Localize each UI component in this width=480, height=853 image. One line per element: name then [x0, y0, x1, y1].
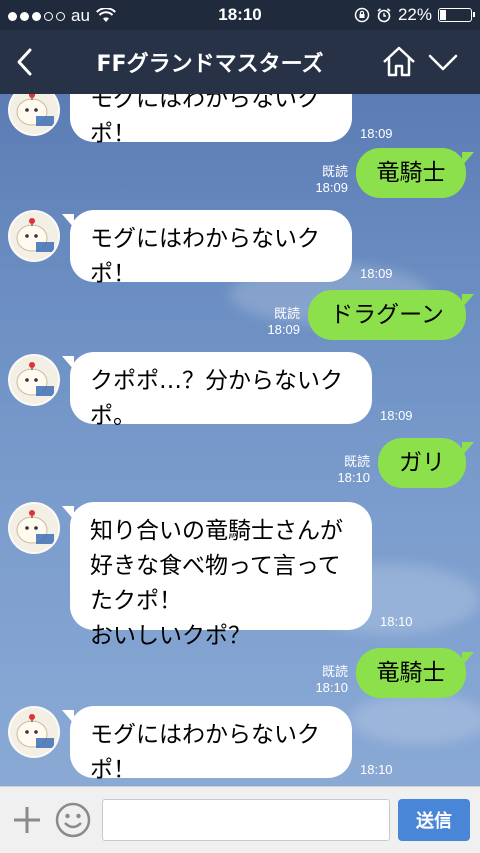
message-meta: 既読 18:10: [298, 664, 348, 696]
message-time: 18:10: [360, 762, 393, 777]
home-icon[interactable]: [380, 43, 418, 81]
message-time: 18:10: [315, 680, 348, 695]
message-time: 18:09: [360, 266, 393, 281]
chat-header: FFグランドマスターズ: [0, 30, 480, 94]
chevron-down-icon[interactable]: [424, 44, 462, 82]
read-receipt: 既読: [273, 306, 300, 321]
read-receipt: 既読: [321, 164, 348, 179]
sent-message-bubble[interactable]: 竜騎士: [356, 148, 474, 198]
message-time: 18:09: [267, 322, 300, 337]
sent-message-bubble[interactable]: 竜騎士: [356, 648, 474, 698]
avatar[interactable]: [8, 210, 60, 262]
avatar[interactable]: [8, 354, 60, 406]
chat-title: FFグランドマスターズ: [96, 52, 324, 77]
back-chevron-icon[interactable]: [6, 42, 46, 82]
message-text-line: モグにはわからないク: [90, 722, 320, 748]
received-message-bubble[interactable]: モグにはわからないク ポ！: [62, 706, 352, 783]
message-text-line: ポ！: [90, 757, 136, 783]
message-meta: 既読 18:09: [298, 164, 348, 196]
plus-icon[interactable]: [12, 805, 42, 835]
read-receipt: 既読: [321, 664, 348, 679]
received-message-bubble[interactable]: モグにはわからないク ポ！: [62, 210, 352, 287]
received-message-bubble[interactable]: クポポ…？分からないク ポ。: [62, 352, 372, 429]
message-time: 18:09: [315, 180, 348, 195]
message-meta: 既読 18:10: [320, 454, 370, 486]
received-message-bubble[interactable]: モグにはわからないクポ！: [70, 94, 352, 147]
message-time: 18:09: [380, 408, 413, 423]
message-text-line: おいしいクポ？: [90, 623, 251, 649]
avatar[interactable]: [8, 502, 60, 554]
sent-message-bubble[interactable]: ドラグーン: [308, 290, 474, 340]
message-text-line: クポポ…？分からないク: [90, 368, 343, 394]
status-bar: au 18:10 22%: [0, 0, 480, 30]
message-text-line: ポ！: [90, 121, 136, 147]
emoji-icon[interactable]: [55, 802, 91, 838]
message-time: 18:09: [360, 126, 393, 141]
battery-percent: 22%: [397, 5, 432, 24]
read-receipt: 既読: [343, 454, 370, 469]
status-right: 22%: [354, 5, 475, 25]
sent-message-bubble[interactable]: ガリ: [378, 438, 474, 488]
battery-icon: [438, 8, 475, 22]
message-text-line: ポ。: [90, 403, 136, 429]
message-meta: 既読 18:09: [250, 306, 300, 338]
lock-rotation-icon: [354, 7, 370, 23]
received-message-bubble[interactable]: 知り合いの竜騎士さんが 好きな食べ物って言って たクポ！ おいしいクポ？: [62, 502, 372, 649]
avatar[interactable]: [8, 94, 60, 136]
message-text-line: モグにはわからないク: [90, 226, 320, 252]
input-bar: 送信: [0, 786, 480, 853]
message-time: 18:10: [380, 614, 413, 629]
message-text-line: 知り合いの竜騎士さんが: [90, 518, 343, 544]
background-cloud: [350, 694, 480, 744]
avatar[interactable]: [8, 706, 60, 758]
send-button[interactable]: 送信: [398, 799, 470, 841]
message-text-line: 好きな食べ物って言って: [90, 553, 341, 579]
message-input[interactable]: [102, 799, 390, 841]
message-time: 18:10: [337, 470, 370, 485]
message-text-line: ポ！: [90, 261, 136, 287]
message-text-line: モグにはわからないク: [90, 94, 320, 112]
message-text-line: たクポ！: [90, 588, 182, 614]
chat-area[interactable]: モグにはわからないク ポ！ 18:09 竜騎士 既読 18:09 モグにはわからないク ポ！ 1…: [0, 94, 480, 786]
alarm-icon: [377, 8, 391, 23]
